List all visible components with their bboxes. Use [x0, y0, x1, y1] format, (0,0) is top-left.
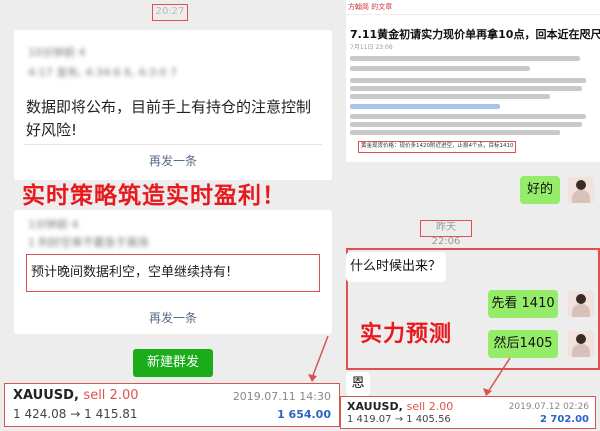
- broadcast-message: 数据即将公布，目前手上有持仓的注意控制好风险!: [26, 98, 312, 139]
- trade-symbol: XAUUSD, sell 2.00: [347, 400, 453, 413]
- answer-bubble: 先看 1410: [488, 290, 558, 318]
- answer-bubble: 然后1405: [488, 330, 558, 358]
- broadcast-message: 预计晚间数据利空，空单继续持有!: [26, 254, 320, 292]
- blurred-recipients-list: 4:17 发布, 4:34:6 6, 4:3:0 7: [28, 66, 177, 79]
- text-line: [350, 114, 586, 119]
- text-line: [350, 78, 586, 83]
- trade-ticket: XAUUSD, sell 2.00 2019.07.12 02:26 1 419…: [340, 396, 596, 429]
- arrow-icon: [483, 357, 511, 396]
- avatar: [568, 291, 594, 317]
- blurred-message: 1 利好空单不要急于离场: [28, 236, 149, 249]
- new-broadcast-button[interactable]: 新建群发: [133, 349, 213, 377]
- broadcast-card: 10分钟前 4 4:17 发布, 4:34:6 6, 4:3:0 7 数据即将公…: [14, 30, 332, 180]
- text-line: [350, 130, 560, 135]
- arrow-icon: [308, 335, 329, 382]
- article-header: 方翰简 的文章: [346, 0, 600, 15]
- promo-headline: 实时策略筑造实时盈利！: [22, 183, 286, 209]
- text-line: [350, 66, 530, 71]
- text-line: [350, 86, 582, 91]
- timestamp: 昨天 22:06: [420, 220, 472, 247]
- article-screenshot: 方翰简 的文章 7.11黄金初请实力现价单再拿10点，回本近在咫尺！ 7月11日…: [346, 0, 600, 162]
- promo-headline: 实力预测: [360, 322, 453, 347]
- article-highlight: 黄金现货价格：现价多1420附近进空，止损4个点，目标1410: [358, 141, 516, 153]
- blurred-recipients: 10分钟前 4: [28, 46, 86, 59]
- link-line: [350, 104, 500, 109]
- trade-prices: 1 419.07 → 1 405.56: [347, 414, 451, 425]
- symbol-text: XAUUSD,: [347, 400, 403, 413]
- text-line: [350, 94, 550, 99]
- avatar: [568, 331, 594, 357]
- resend-link[interactable]: 再发一条: [14, 309, 332, 326]
- symbol-text: XAUUSD,: [13, 388, 79, 403]
- trade-profit: 1 654.00: [277, 408, 331, 421]
- right-chat-panel: 方翰简 的文章 7.11黄金初请实力现价单再拿10点，回本近在咫尺！ 7月11日…: [346, 0, 600, 431]
- trade-date: 2019.07.12 02:26: [508, 402, 589, 412]
- reply-bubble: 恩: [346, 372, 370, 396]
- trade-symbol: XAUUSD, sell 2.00: [13, 388, 139, 403]
- reply-bubble: 好的: [520, 176, 560, 204]
- left-chat-panel: 20:27 10分钟前 4 4:17 发布, 4:34:6 6, 4:3:0 7…: [0, 0, 346, 431]
- text-line: [350, 56, 580, 61]
- text-line: [350, 122, 582, 127]
- trade-profit: 2 702.00: [539, 414, 589, 425]
- divider: [24, 144, 322, 145]
- trade-date: 2019.07.11 14:30: [232, 390, 331, 403]
- trade-prices: 1 424.08 → 1 415.81: [13, 407, 138, 421]
- broadcast-card: 1分钟前 4 1 利好空单不要急于离场 预计晚间数据利空，空单继续持有! 再发一…: [14, 210, 332, 334]
- blurred-recipients: 1分钟前 4: [28, 218, 79, 231]
- trade-side: sell 2.00: [83, 388, 139, 403]
- resend-link[interactable]: 再发一条: [14, 152, 332, 169]
- trade-side: sell 2.00: [406, 400, 454, 413]
- avatar: [568, 177, 594, 203]
- article-meta: 7月11日 23:06: [350, 44, 393, 51]
- question-bubble: 什么时候出来？: [346, 252, 446, 282]
- timestamp: 20:27: [152, 4, 188, 21]
- trade-ticket: XAUUSD, sell 2.00 2019.07.11 14:30 1 424…: [4, 383, 340, 427]
- article-title: 7.11黄金初请实力现价单再拿10点，回本近在咫尺！: [350, 28, 600, 41]
